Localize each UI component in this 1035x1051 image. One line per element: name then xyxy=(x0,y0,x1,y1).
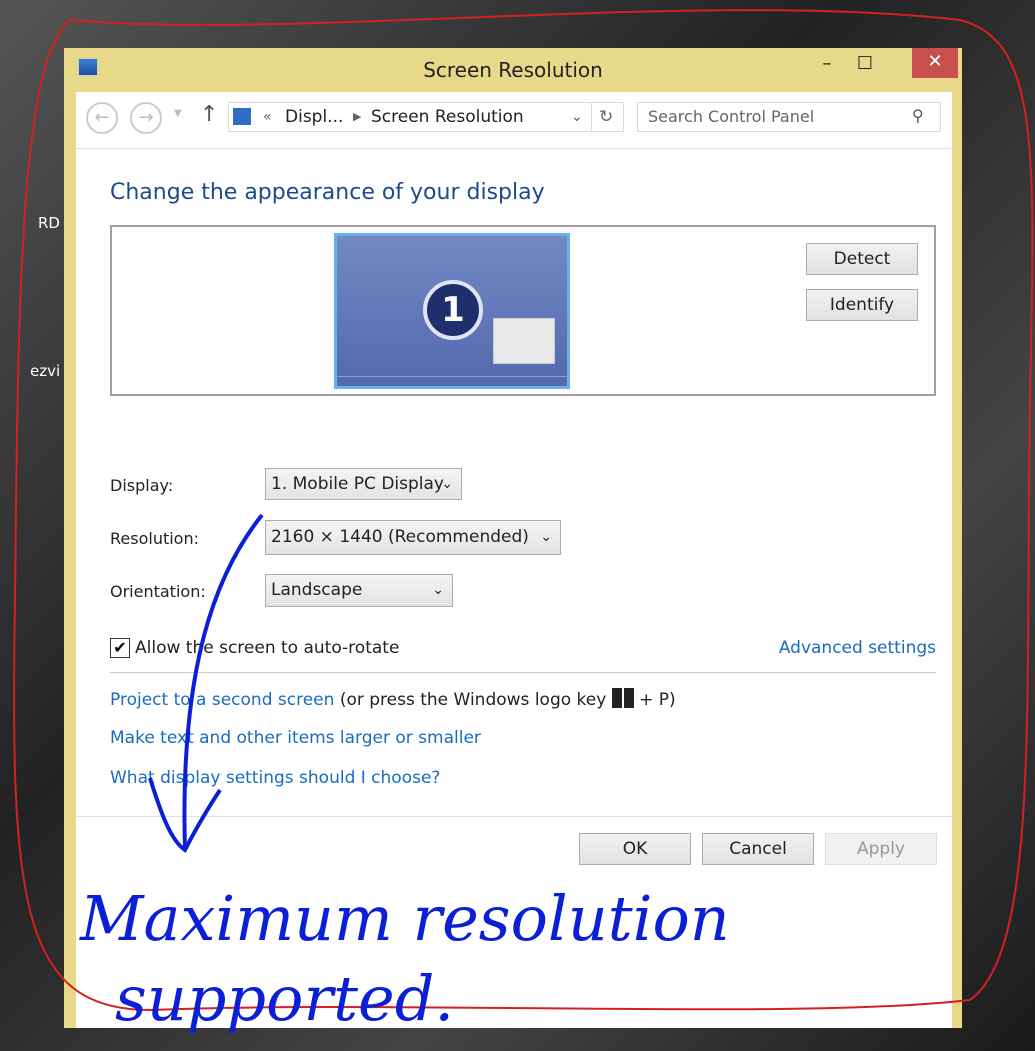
annotation-line-2: supported. xyxy=(115,962,454,1035)
arrow-shaft xyxy=(182,513,264,851)
handwritten-annotation: Maximum resolution supported. xyxy=(13,9,1034,1035)
annotation-line-1: Maximum resolution xyxy=(79,882,730,955)
red-outline xyxy=(13,9,1034,1012)
